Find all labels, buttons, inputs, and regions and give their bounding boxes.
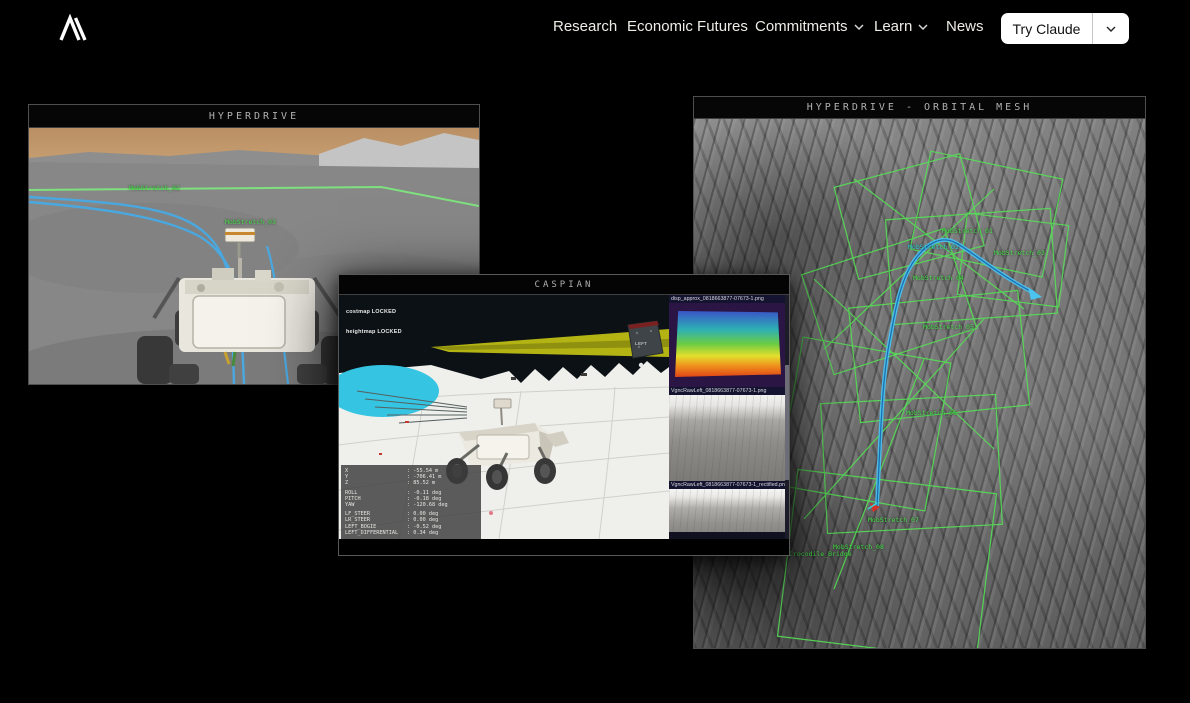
hyperdrive-title: HYPERDRIVE — [29, 105, 479, 128]
nav-research-label: Research — [553, 18, 617, 35]
telemetry-panel: X-55.54 m Y-706.41 m Z85.52 m ROLL-0.11 … — [341, 465, 481, 539]
thumbnail-filename: disp_approx_0818663877-07673-1.png — [669, 295, 789, 303]
drive-segment-label: MobStretch_03 — [225, 218, 276, 226]
camera-image-texture — [669, 395, 789, 481]
anthropic-logo[interactable] — [58, 14, 92, 44]
nav-learn-label: Learn — [874, 18, 912, 35]
segment-label: MobStretch_03 — [994, 249, 1045, 257]
chevron-down-icon — [918, 24, 928, 30]
heightmap-status: heightmap LOCKED — [346, 329, 402, 335]
try-claude-dropdown[interactable] — [1093, 26, 1129, 32]
orientation-cube[interactable] — [628, 321, 663, 358]
cube-face-label: LEFT — [635, 341, 647, 346]
anthropic-logomark-icon — [58, 14, 92, 44]
nav-news[interactable]: News — [946, 18, 984, 35]
nav-news-label: News — [946, 18, 984, 35]
waypoint-label: Crocodile_Bridge — [789, 550, 852, 558]
thumbnail-filename: VgncRawLeft_0818663877-07673-1.png — [669, 387, 789, 395]
caspian-title: CASPIAN — [339, 275, 789, 295]
page: Research Economic Futures Commitments Le… — [0, 0, 1190, 703]
camera-image-texture — [669, 489, 789, 532]
caspian-3d-view[interactable]: costmap LOCKED heightmap LOCKED LEFT X-5… — [339, 295, 669, 539]
disparity-heatmap — [675, 311, 781, 377]
nav-research[interactable]: Research — [553, 18, 617, 35]
nav-commitments-label: Commitments — [755, 18, 848, 35]
scrollbar-thumb[interactable] — [785, 365, 789, 480]
nav-economic-futures-label: Economic Futures — [627, 18, 748, 35]
sidebar-scrollbar[interactable] — [785, 295, 789, 539]
segment-label: MobStretch_01 — [942, 227, 993, 235]
thumbnail-filename: VgncRawLeft_0818663877-07673-1_rectified… — [669, 481, 789, 489]
caspian-window: CASPIAN — [338, 274, 790, 556]
segment-label: MobStretch_06 — [906, 409, 957, 417]
chevron-down-icon — [854, 24, 864, 30]
chevron-down-icon — [1106, 26, 1116, 32]
segment-label: MobStretch_05 — [923, 323, 974, 331]
segment-label: MobStretch_04 — [913, 274, 964, 282]
nav-learn[interactable]: Learn — [874, 18, 928, 35]
disparity-thumbnail[interactable] — [669, 303, 789, 387]
segment-label-active: MobStretch_02 — [908, 243, 959, 251]
drive-segment-label: MobStretch_02 — [129, 184, 180, 192]
caspian-viewport: costmap LOCKED heightmap LOCKED LEFT X-5… — [339, 295, 789, 539]
segment-label: MobStretch_07 — [868, 516, 919, 524]
try-claude-label: Try Claude — [1001, 21, 1092, 37]
rectified-camera-thumbnail[interactable] — [669, 489, 789, 532]
raw-camera-thumbnail[interactable] — [669, 395, 789, 481]
nav-commitments[interactable]: Commitments — [755, 18, 864, 35]
image-sidebar: disp_approx_0818663877-07673-1.png VgncR… — [669, 295, 789, 539]
costmap-status: costmap LOCKED — [346, 309, 396, 315]
nav-economic-futures[interactable]: Economic Futures — [627, 18, 748, 35]
orbital-mesh-title: HYPERDRIVE - ORBITAL MESH — [694, 97, 1145, 119]
try-claude-button[interactable]: Try Claude — [1001, 13, 1129, 44]
